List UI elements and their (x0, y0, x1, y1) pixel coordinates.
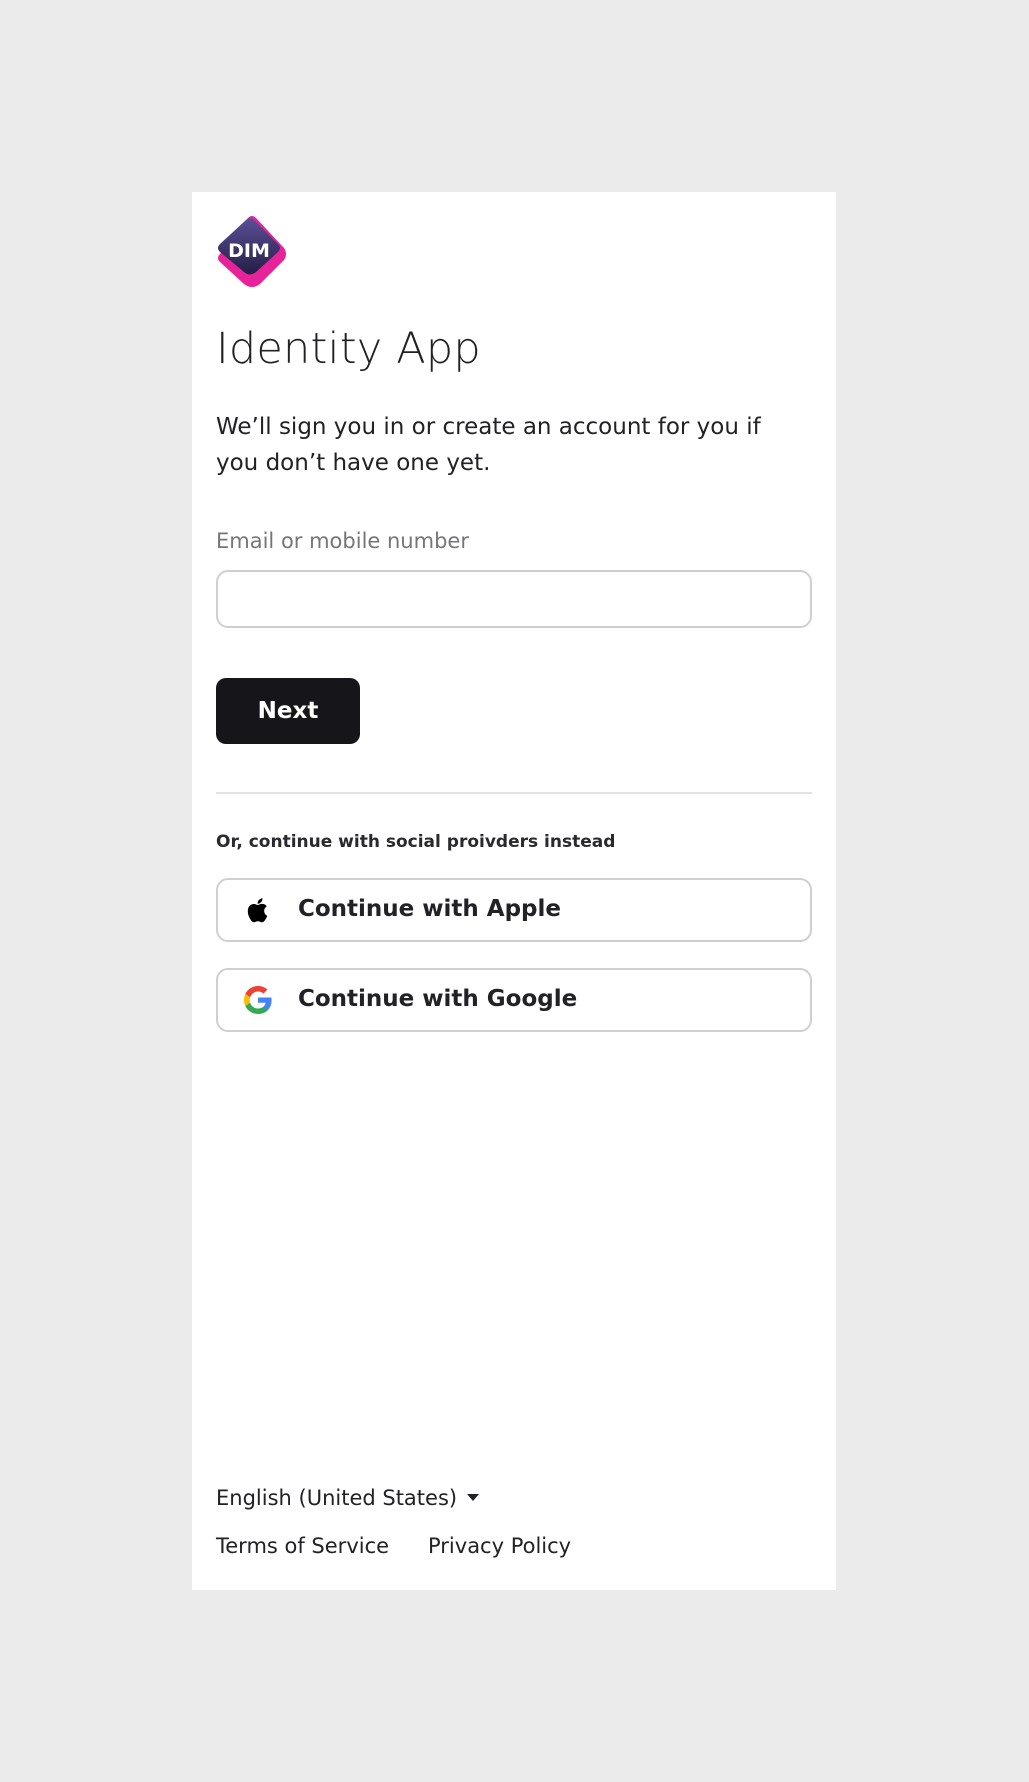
next-button[interactable]: Next (216, 678, 360, 744)
dim-logo: DIM (218, 216, 286, 287)
social-providers-heading: Or, continue with social proivders inste… (216, 832, 616, 852)
continue-with-google-button[interactable]: Continue with Google (216, 968, 812, 1032)
caret-down-icon (467, 1493, 480, 1501)
google-icon (244, 986, 272, 1014)
continue-with-apple-button[interactable]: Continue with Apple (216, 878, 812, 942)
email-field[interactable] (216, 570, 812, 628)
language-selector[interactable]: English (United States) (216, 1486, 480, 1510)
terms-of-service-link[interactable]: Terms of Service (216, 1534, 389, 1558)
continue-with-google-label: Continue with Google (298, 986, 578, 1012)
page-title: Identity App (216, 324, 481, 374)
divider (216, 792, 812, 794)
logo-text: DIM (228, 240, 270, 262)
language-selector-label: English (United States) (216, 1486, 458, 1510)
page-subtitle: We’ll sign you in or create an account f… (216, 414, 761, 476)
continue-with-apple-label: Continue with Apple (298, 896, 562, 922)
apple-icon (247, 898, 268, 923)
email-field-label: Email or mobile number (216, 529, 469, 553)
sign-in-card: DIM Identity App We’ll sign you in or cr… (192, 192, 836, 1590)
privacy-policy-link[interactable]: Privacy Policy (428, 1534, 571, 1558)
